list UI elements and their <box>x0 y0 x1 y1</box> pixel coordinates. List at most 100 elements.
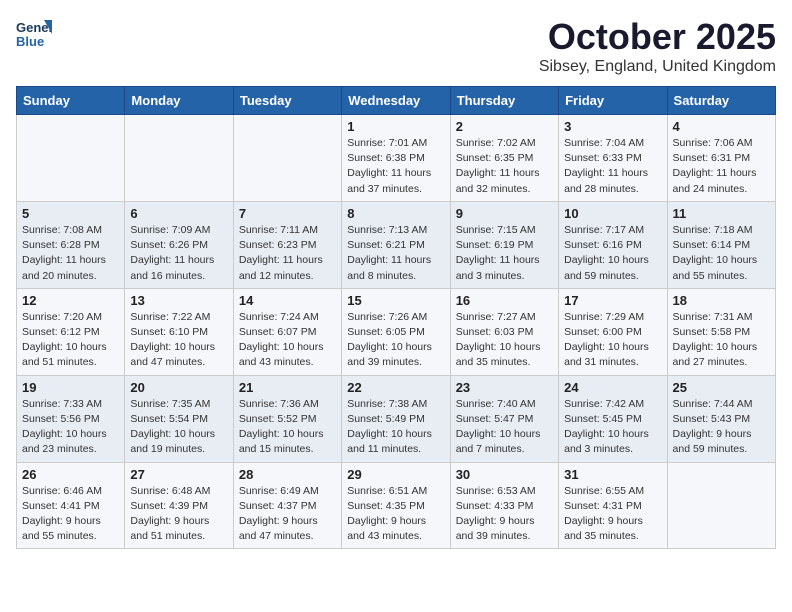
day-info: Sunrise: 7:35 AMSunset: 5:54 PMDaylight:… <box>130 397 227 458</box>
week-row-4: 19 Sunrise: 7:33 AMSunset: 5:56 PMDayligh… <box>17 375 776 462</box>
day-info: Sunrise: 6:51 AMSunset: 4:35 PMDaylight:… <box>347 484 444 545</box>
calendar-cell: 13Sunrise: 7:22 AMSunset: 6:10 PMDayligh… <box>125 288 233 375</box>
day-info: Sunrise: 7:04 AMSunset: 6:33 PMDaylight:… <box>564 136 661 197</box>
calendar-cell <box>125 115 233 202</box>
day-info: Sunrise: 7:26 AMSunset: 6:05 PMDaylight:… <box>347 310 444 371</box>
calendar-cell: 4 Sunrise: 7:06 AMSunset: 6:31 PMDaylight… <box>667 115 775 202</box>
day-info: Sunrise: 7:02 AMSunset: 6:35 PMDaylight:… <box>456 136 553 197</box>
calendar-cell <box>233 115 341 202</box>
calendar-cell: 8Sunrise: 7:13 AMSunset: 6:21 PMDaylight… <box>342 201 450 288</box>
calendar-cell: 9 Sunrise: 7:15 AMSunset: 6:19 PMDaylight… <box>450 201 558 288</box>
calendar-cell: 27 Sunrise: 6:48 AMSunset: 4:39 PMDayligh… <box>125 462 233 549</box>
day-info: Sunrise: 6:53 AMSunset: 4:33 PMDaylight:… <box>456 484 553 545</box>
location: Sibsey, England, United Kingdom <box>539 58 776 76</box>
day-number: 11 <box>673 206 770 221</box>
day-number: 17 <box>564 293 661 308</box>
day-number: 27 <box>130 467 227 482</box>
day-number: 12 <box>22 293 119 308</box>
day-header-friday: Friday <box>559 87 667 115</box>
day-number: 22 <box>347 380 444 395</box>
day-info: Sunrise: 6:48 AMSunset: 4:39 PMDaylight:… <box>130 484 227 545</box>
day-info: Sunrise: 7:18 AMSunset: 6:14 PMDaylight:… <box>673 223 770 284</box>
calendar-cell: 14Sunrise: 7:24 AMSunset: 6:07 PMDayligh… <box>233 288 341 375</box>
calendar-cell: 19 Sunrise: 7:33 AMSunset: 5:56 PMDayligh… <box>17 375 125 462</box>
calendar-cell: 2Sunrise: 7:02 AMSunset: 6:35 PMDaylight… <box>450 115 558 202</box>
calendar-cell: 25 Sunrise: 7:44 AMSunset: 5:43 PMDayligh… <box>667 375 775 462</box>
calendar-cell: 17 Sunrise: 7:29 AMSunset: 6:00 PMDayligh… <box>559 288 667 375</box>
day-info: Sunrise: 7:40 AMSunset: 5:47 PMDaylight:… <box>456 397 553 458</box>
day-info: Sunrise: 6:49 AMSunset: 4:37 PMDaylight:… <box>239 484 336 545</box>
day-number: 5 <box>22 206 119 221</box>
day-info: Sunrise: 7:29 AMSunset: 6:00 PMDaylight:… <box>564 310 661 371</box>
day-info: Sunrise: 7:27 AMSunset: 6:03 PMDaylight:… <box>456 310 553 371</box>
day-info: Sunrise: 7:31 AMSunset: 5:58 PMDaylight:… <box>673 310 770 371</box>
calendar-cell: 20 Sunrise: 7:35 AMSunset: 5:54 PMDayligh… <box>125 375 233 462</box>
calendar-cell: 11 Sunrise: 7:18 AMSunset: 6:14 PMDayligh… <box>667 201 775 288</box>
calendar-cell: 7Sunrise: 7:11 AMSunset: 6:23 PMDaylight… <box>233 201 341 288</box>
day-number: 15 <box>347 293 444 308</box>
day-info: Sunrise: 7:01 AMSunset: 6:38 PMDaylight:… <box>347 136 444 197</box>
day-number: 16 <box>456 293 553 308</box>
day-number: 19 <box>22 380 119 395</box>
calendar-cell: 30Sunrise: 6:53 AMSunset: 4:33 PMDayligh… <box>450 462 558 549</box>
calendar-cell: 10Sunrise: 7:17 AMSunset: 6:16 PMDayligh… <box>559 201 667 288</box>
day-info: Sunrise: 7:33 AMSunset: 5:56 PMDaylight:… <box>22 397 119 458</box>
day-number: 14 <box>239 293 336 308</box>
day-number: 21 <box>239 380 336 395</box>
day-number: 4 <box>673 119 770 134</box>
day-number: 29 <box>347 467 444 482</box>
week-row-2: 5Sunrise: 7:08 AMSunset: 6:28 PMDaylight… <box>17 201 776 288</box>
calendar-cell: 24 Sunrise: 7:42 AMSunset: 5:45 PMDayligh… <box>559 375 667 462</box>
calendar-cell: 31Sunrise: 6:55 AMSunset: 4:31 PMDayligh… <box>559 462 667 549</box>
day-header-monday: Monday <box>125 87 233 115</box>
day-info: Sunrise: 7:36 AMSunset: 5:52 PMDaylight:… <box>239 397 336 458</box>
day-header-tuesday: Tuesday <box>233 87 341 115</box>
day-header-saturday: Saturday <box>667 87 775 115</box>
day-info: Sunrise: 7:42 AMSunset: 5:45 PMDaylight:… <box>564 397 661 458</box>
day-info: Sunrise: 7:38 AMSunset: 5:49 PMDaylight:… <box>347 397 444 458</box>
calendar-table: SundayMondayTuesdayWednesdayThursdayFrid… <box>16 86 776 549</box>
calendar-cell: 6 Sunrise: 7:09 AMSunset: 6:26 PMDaylight… <box>125 201 233 288</box>
calendar-cell: 29 Sunrise: 6:51 AMSunset: 4:35 PMDayligh… <box>342 462 450 549</box>
header-row: SundayMondayTuesdayWednesdayThursdayFrid… <box>17 87 776 115</box>
calendar-cell: 28 Sunrise: 6:49 AMSunset: 4:37 PMDayligh… <box>233 462 341 549</box>
day-number: 25 <box>673 380 770 395</box>
calendar-cell: 22 Sunrise: 7:38 AMSunset: 5:49 PMDayligh… <box>342 375 450 462</box>
day-header-thursday: Thursday <box>450 87 558 115</box>
day-info: Sunrise: 6:55 AMSunset: 4:31 PMDaylight:… <box>564 484 661 545</box>
day-number: 3 <box>564 119 661 134</box>
page-header: General Blue October 2025 Sibsey, Englan… <box>16 16 776 76</box>
day-number: 6 <box>130 206 227 221</box>
day-number: 28 <box>239 467 336 482</box>
calendar-cell: 12 Sunrise: 7:20 AMSunset: 6:12 PMDayligh… <box>17 288 125 375</box>
day-number: 24 <box>564 380 661 395</box>
logo-icon: General Blue <box>16 16 52 52</box>
day-number: 8 <box>347 206 444 221</box>
calendar-cell: 15 Sunrise: 7:26 AMSunset: 6:05 PMDayligh… <box>342 288 450 375</box>
day-info: Sunrise: 7:22 AMSunset: 6:10 PMDaylight:… <box>130 310 227 371</box>
calendar-cell: 16 Sunrise: 7:27 AMSunset: 6:03 PMDayligh… <box>450 288 558 375</box>
day-info: Sunrise: 7:09 AMSunset: 6:26 PMDaylight:… <box>130 223 227 284</box>
day-number: 20 <box>130 380 227 395</box>
day-info: Sunrise: 7:06 AMSunset: 6:31 PMDaylight:… <box>673 136 770 197</box>
day-number: 9 <box>456 206 553 221</box>
calendar-cell: 21 Sunrise: 7:36 AMSunset: 5:52 PMDayligh… <box>233 375 341 462</box>
day-header-wednesday: Wednesday <box>342 87 450 115</box>
day-number: 23 <box>456 380 553 395</box>
svg-text:Blue: Blue <box>16 34 44 49</box>
week-row-5: 26Sunrise: 6:46 AMSunset: 4:41 PMDayligh… <box>17 462 776 549</box>
title-block: October 2025 Sibsey, England, United Kin… <box>539 16 776 76</box>
day-number: 18 <box>673 293 770 308</box>
logo: General Blue <box>16 16 52 52</box>
day-info: Sunrise: 7:17 AMSunset: 6:16 PMDaylight:… <box>564 223 661 284</box>
calendar-cell: 26Sunrise: 6:46 AMSunset: 4:41 PMDayligh… <box>17 462 125 549</box>
calendar-cell: 3 Sunrise: 7:04 AMSunset: 6:33 PMDaylight… <box>559 115 667 202</box>
calendar-cell: 23 Sunrise: 7:40 AMSunset: 5:47 PMDayligh… <box>450 375 558 462</box>
week-row-3: 12 Sunrise: 7:20 AMSunset: 6:12 PMDayligh… <box>17 288 776 375</box>
day-number: 1 <box>347 119 444 134</box>
day-info: Sunrise: 7:44 AMSunset: 5:43 PMDaylight:… <box>673 397 770 458</box>
calendar-cell <box>667 462 775 549</box>
day-info: Sunrise: 7:20 AMSunset: 6:12 PMDaylight:… <box>22 310 119 371</box>
month-title: October 2025 <box>539 16 776 58</box>
day-info: Sunrise: 7:15 AMSunset: 6:19 PMDaylight:… <box>456 223 553 284</box>
